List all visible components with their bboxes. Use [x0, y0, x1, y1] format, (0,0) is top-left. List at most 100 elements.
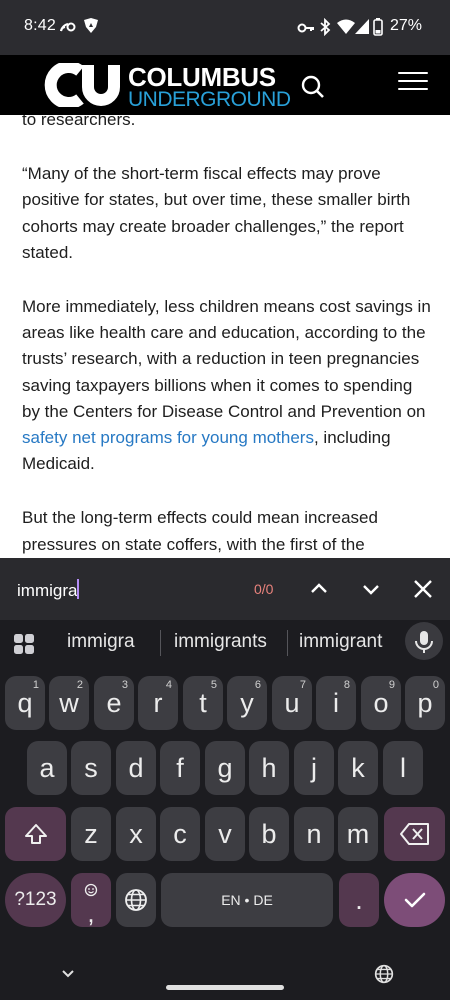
key-hint: 2 [76, 679, 83, 691]
close-icon [414, 580, 432, 598]
article-body[interactable]: to researchers. “Many of the short-term … [0, 115, 450, 558]
language-switch-key[interactable] [116, 873, 156, 927]
key-p[interactable]: p0 [405, 676, 445, 730]
key-i[interactable]: i8 [316, 676, 356, 730]
menu-line-icon [398, 88, 428, 90]
key-t[interactable]: t5 [183, 676, 223, 730]
chevron-down-icon [62, 970, 74, 978]
key-label: i [333, 688, 339, 718]
key-label: q [17, 688, 33, 718]
status-time: 8:42 [24, 17, 56, 34]
suggestion-item[interactable]: immigrants [174, 631, 267, 653]
key-d[interactable]: d [116, 741, 156, 795]
key-icon [297, 21, 315, 39]
key-v[interactable]: v [205, 807, 245, 861]
on-screen-keyboard: immigra immigrants immigrant q1 w2 e3 r4… [0, 620, 450, 1000]
home-gesture-bar[interactable] [166, 985, 284, 990]
key-g[interactable]: g [205, 741, 245, 795]
key-a[interactable]: a [27, 741, 67, 795]
backspace-icon [399, 823, 429, 845]
key-hint: 6 [254, 679, 261, 691]
find-match-count: 0/0 [254, 581, 274, 597]
key-r[interactable]: r4 [138, 676, 178, 730]
suggestion-divider [160, 630, 161, 656]
key-m[interactable]: m [338, 807, 378, 861]
globe-icon [374, 964, 394, 984]
shield-heart-icon [82, 17, 100, 40]
signal-icon [355, 19, 369, 39]
key-label: u [284, 688, 300, 718]
bluetooth-icon [319, 17, 331, 41]
key-f[interactable]: f [160, 741, 200, 795]
suggestion-divider [287, 630, 288, 656]
key-s[interactable]: s [71, 741, 111, 795]
key-z[interactable]: z [71, 807, 111, 861]
find-previous-button[interactable] [306, 576, 332, 602]
grid-icon [14, 634, 34, 654]
safety-net-programs-link[interactable]: safety net programs for young mothers [22, 428, 314, 447]
key-e[interactable]: e3 [94, 676, 134, 730]
hamburger-menu-button[interactable] [398, 72, 428, 94]
voice-input-button[interactable] [405, 622, 443, 660]
key-n[interactable]: n [294, 807, 334, 861]
enter-key[interactable] [384, 873, 445, 927]
backspace-key[interactable] [384, 807, 445, 861]
article-paragraph: “Many of the short-term fiscal effects m… [22, 164, 411, 262]
article-paragraph: But the long-term effects could mean inc… [22, 508, 378, 554]
key-hint: 9 [388, 679, 395, 691]
keyboard-apps-button[interactable] [13, 633, 35, 655]
microphone-icon [415, 631, 433, 653]
key-h[interactable]: h [249, 741, 289, 795]
key-label: y [240, 688, 254, 718]
symbols-key[interactable]: ?123 [5, 873, 66, 927]
hide-keyboard-button[interactable] [60, 966, 76, 987]
key-j[interactable]: j [294, 741, 334, 795]
find-in-page-bar: immigra 0/0 [0, 558, 450, 620]
find-next-button[interactable] [358, 576, 384, 602]
key-label: e [106, 688, 122, 718]
period-key[interactable]: . [339, 873, 379, 927]
key-q[interactable]: q1 [5, 676, 45, 730]
key-k[interactable]: k [338, 741, 378, 795]
key-x[interactable]: x [116, 807, 156, 861]
find-close-button[interactable] [410, 576, 436, 602]
space-key[interactable]: EN • DE [161, 873, 333, 927]
shift-arrow-icon [24, 824, 47, 844]
key-hint: 3 [121, 679, 128, 691]
search-button[interactable] [298, 72, 328, 102]
globe-icon [125, 889, 147, 911]
find-input[interactable]: immigra [17, 579, 80, 601]
suggestion-item[interactable]: immigrant [299, 631, 382, 653]
emoji-comma-key[interactable]: , [71, 873, 111, 927]
key-c[interactable]: c [160, 807, 200, 861]
key-hint: 4 [165, 679, 172, 691]
paragraph-text: More immediately, less children means co… [22, 297, 431, 421]
emoji-icon [84, 883, 98, 897]
key-w[interactable]: w2 [49, 676, 89, 730]
status-bar: 8:42 27% [0, 0, 450, 55]
suggestion-item[interactable]: immigra [67, 631, 135, 653]
key-o[interactable]: o9 [361, 676, 401, 730]
menu-line-icon [398, 72, 428, 74]
key-label: w [59, 688, 79, 718]
chevron-up-icon [311, 583, 327, 593]
text-caret [77, 579, 80, 599]
key-l[interactable]: l [383, 741, 423, 795]
key-b[interactable]: b [249, 807, 289, 861]
key-hint: 1 [32, 679, 39, 691]
key-label: r [153, 688, 163, 718]
cu-logo-icon[interactable] [40, 61, 126, 112]
menu-line-icon [398, 80, 428, 82]
search-icon [301, 75, 324, 98]
key-u[interactable]: u7 [272, 676, 312, 730]
key-label: p [417, 688, 433, 718]
logo-wordmark-underground[interactable]: UNDERGROUND [128, 88, 291, 112]
keyboard-switcher-button[interactable] [374, 964, 394, 989]
shift-key[interactable] [5, 807, 66, 861]
key-label: o [373, 688, 389, 718]
comma-label: , [87, 898, 95, 928]
key-hint: 5 [210, 679, 217, 691]
key-y[interactable]: y6 [227, 676, 267, 730]
key-hint: 0 [432, 679, 439, 691]
wifi-icon [337, 19, 355, 39]
